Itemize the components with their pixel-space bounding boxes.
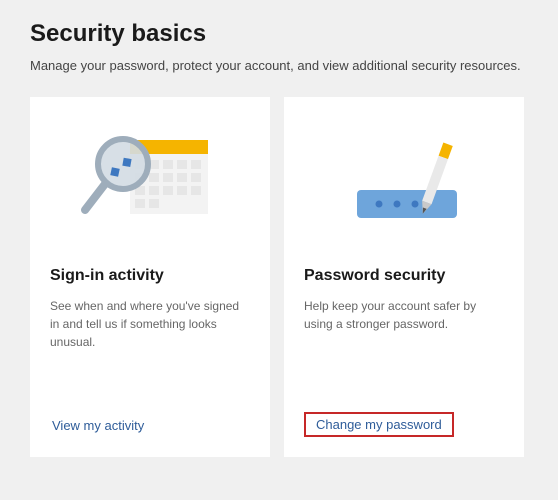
cards-container: Sign-in activity See when and where you'… <box>30 97 528 457</box>
page-subtitle: Manage your password, protect your accou… <box>30 58 528 73</box>
change-password-link[interactable]: Change my password <box>304 412 454 437</box>
calendar-magnifier-icon <box>50 117 250 247</box>
card-description: See when and where you've signed in and … <box>50 297 250 414</box>
page-title: Security basics <box>30 20 528 48</box>
view-activity-link[interactable]: View my activity <box>50 414 146 437</box>
card-password-security: Password security Help keep your account… <box>284 97 524 457</box>
password-pen-icon <box>304 117 504 247</box>
card-signin-activity: Sign-in activity See when and where you'… <box>30 97 270 457</box>
card-title: Sign-in activity <box>50 267 250 285</box>
card-title: Password security <box>304 267 504 285</box>
card-description: Help keep your account safer by using a … <box>304 297 504 412</box>
